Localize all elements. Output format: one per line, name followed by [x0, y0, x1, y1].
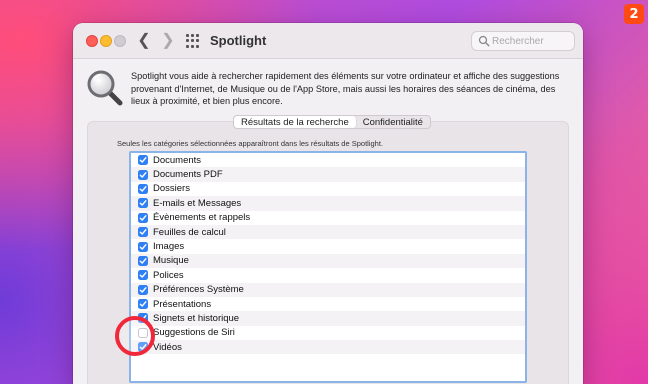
category-row[interactable]: Polices [131, 268, 525, 282]
search-icon [478, 35, 490, 47]
category-row[interactable]: Signets et historique [131, 311, 525, 326]
category-label: Évènements et rappels [153, 212, 251, 224]
window-title: Spotlight [210, 33, 267, 48]
category-row[interactable]: Évènements et rappels [131, 211, 525, 225]
category-label: Documents [153, 154, 202, 166]
back-chevron-icon[interactable]: ❮ [135, 31, 153, 51]
category-row[interactable]: Vidéos [131, 340, 525, 355]
category-checkbox[interactable] [138, 227, 148, 238]
spotlight-magnifier-icon [87, 70, 123, 106]
search-input[interactable] [492, 33, 572, 49]
checkmark-icon [139, 186, 147, 192]
zoom-button[interactable] [114, 35, 126, 47]
close-button[interactable] [86, 35, 98, 47]
category-row[interactable]: Suggestions de Siri [131, 326, 525, 340]
categories-note: Seules les catégories sélectionnées appa… [117, 139, 383, 148]
category-checkbox[interactable] [138, 212, 148, 223]
highlight-circle [115, 316, 155, 356]
tab-search-results[interactable]: Résultats de la recherche [234, 116, 356, 128]
category-label: Signets et historique [153, 312, 240, 324]
category-checkbox[interactable] [138, 198, 148, 209]
category-row[interactable]: Préférences Système [131, 282, 525, 297]
category-label: Dossiers [153, 183, 190, 195]
category-label: Préférences Système [153, 284, 244, 296]
category-row[interactable]: Documents PDF [131, 167, 525, 182]
category-label: Vidéos [153, 341, 182, 353]
minimize-button[interactable] [100, 35, 112, 47]
checkmark-icon [139, 200, 147, 207]
category-checkbox[interactable] [138, 169, 148, 180]
checkmark-icon [139, 171, 147, 178]
spotlight-description: Spotlight vous aide à rechercher rapidem… [131, 71, 560, 107]
forward-chevron-icon[interactable]: ❯ [159, 31, 177, 51]
category-label: Documents PDF [153, 169, 223, 181]
checkmark-icon [139, 301, 147, 307]
checkmark-icon [139, 157, 147, 163]
category-label: Feuilles de calcul [153, 226, 226, 238]
category-row[interactable]: Documents [131, 153, 525, 167]
category-row[interactable]: Musique [131, 253, 525, 269]
category-row[interactable]: E-mails et Messages [131, 196, 525, 211]
category-checkbox[interactable] [138, 270, 148, 281]
category-row[interactable]: Feuilles de calcul [131, 224, 525, 240]
checkmark-icon [139, 243, 147, 250]
tab-bar: Résultats de la recherche Confidentialit… [233, 115, 431, 129]
show-all-grid-icon[interactable] [186, 34, 200, 48]
category-label: Suggestions de Siri [153, 327, 235, 339]
category-checkbox[interactable] [138, 183, 148, 194]
category-row[interactable]: Dossiers [131, 182, 525, 196]
checkmark-icon [139, 214, 147, 221]
category-label: Musique [153, 255, 189, 267]
checkmark-icon [139, 286, 147, 293]
checkmark-icon [139, 272, 147, 279]
title-bar: ❮ ❯ Spotlight [73, 23, 583, 59]
category-checkbox[interactable] [138, 299, 148, 310]
checkmark-icon [139, 229, 147, 235]
checkmark-icon [139, 258, 147, 264]
category-checkbox[interactable] [138, 241, 148, 252]
category-checkbox[interactable] [138, 155, 148, 166]
search-field[interactable] [471, 31, 575, 51]
category-label: Images [153, 241, 185, 253]
category-checkbox[interactable] [138, 284, 148, 295]
category-label: Présentations [153, 298, 212, 310]
category-label: E-mails et Messages [153, 197, 242, 209]
category-label: Polices [153, 269, 184, 281]
tab-privacy[interactable]: Confidentialité [356, 116, 430, 128]
category-checkbox[interactable] [138, 255, 148, 266]
category-row[interactable]: Présentations [131, 297, 525, 311]
step-badge: 2 [624, 4, 644, 24]
categories-list[interactable]: Documents Documents PDF Dossiers E-mails et… [129, 151, 527, 383]
category-row[interactable]: Images [131, 239, 525, 253]
